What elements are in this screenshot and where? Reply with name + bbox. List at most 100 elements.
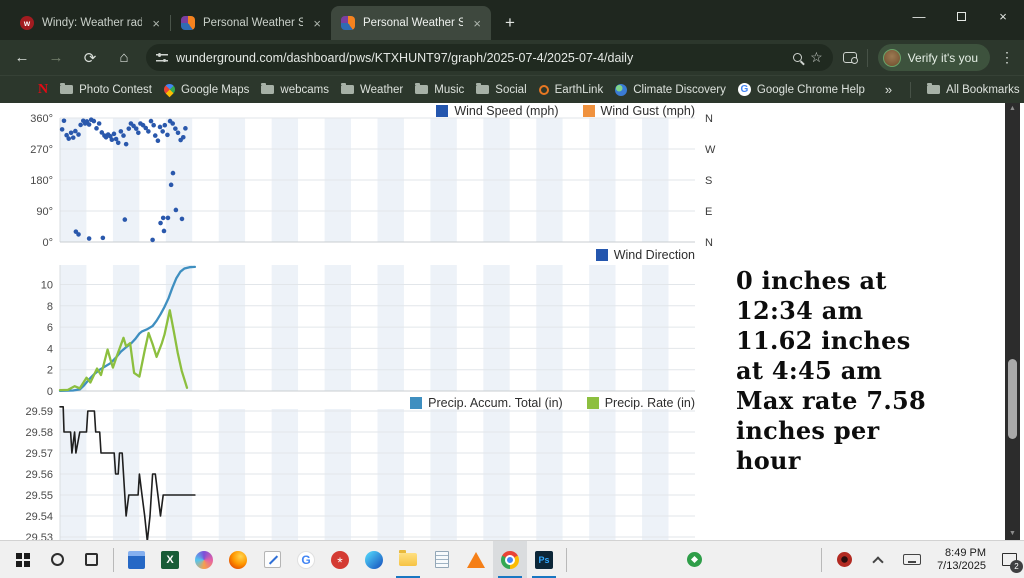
svg-text:4: 4 xyxy=(47,343,53,355)
legend-row: Precip. Accum. Total (in)Precip. Rate (i… xyxy=(410,396,695,409)
taskbar-clock[interactable]: 8:49 PM 7/13/2025 xyxy=(937,547,986,573)
svg-text:6: 6 xyxy=(47,322,53,334)
start-button[interactable] xyxy=(6,541,40,578)
explorer-icon xyxy=(399,553,417,566)
touch-keyboard-button[interactable] xyxy=(895,541,929,578)
tray-red-app-button[interactable] xyxy=(827,541,861,578)
action-center-button[interactable]: 2 xyxy=(994,541,1024,578)
search-button[interactable] xyxy=(40,541,74,578)
tab-title: Personal Weather Station Dashboa xyxy=(203,17,303,29)
browser-tab-0[interactable]: wWindy: Weather radar× xyxy=(10,6,170,40)
tray-expand-button[interactable] xyxy=(861,541,895,578)
bookmark-weather[interactable]: Weather xyxy=(335,84,409,96)
new-tab-button[interactable]: + xyxy=(497,10,523,36)
window-controls: — × xyxy=(898,0,1024,32)
bookmark-label: Google Maps xyxy=(181,84,249,96)
bookmark-photo-contest[interactable]: Photo Contest xyxy=(54,84,158,96)
bookmarks-separator-2 xyxy=(910,82,911,98)
browser-tab-2[interactable]: Personal Weather Station Dashbo× xyxy=(331,6,491,40)
taskbar-asterisk-button[interactable] xyxy=(323,541,357,578)
legend-swatch xyxy=(410,397,422,409)
wu-favicon-icon xyxy=(341,16,355,30)
minimize-button[interactable]: — xyxy=(898,0,940,32)
home-button[interactable]: ⌂ xyxy=(112,49,136,66)
all-bookmarks-folder[interactable]: All Bookmarks xyxy=(921,84,1024,96)
taskbar-google-button[interactable] xyxy=(289,541,323,578)
taskbar-chrome-button[interactable] xyxy=(493,541,527,578)
tab-close-icon[interactable]: × xyxy=(311,16,323,31)
taskbar-excel-button[interactable] xyxy=(153,541,187,578)
legend-swatch xyxy=(436,105,448,117)
bookmark-google-chrome-help[interactable]: GGoogle Chrome Help xyxy=(732,83,871,96)
tabs-container: wWindy: Weather radar×Personal Weather S… xyxy=(10,6,491,40)
tab-close-icon[interactable]: × xyxy=(471,16,483,31)
bookmark-social[interactable]: Social xyxy=(470,84,532,96)
tray-green-app-button[interactable] xyxy=(677,541,711,578)
zoom-icon[interactable] xyxy=(793,53,802,62)
bookmark-star-icon[interactable]: ☆ xyxy=(810,49,823,66)
browser-tab-1[interactable]: Personal Weather Station Dashboa × xyxy=(171,6,331,40)
svg-text:S: S xyxy=(705,175,712,187)
bookmark-netflix[interactable]: N xyxy=(32,82,54,98)
svg-text:N: N xyxy=(705,113,713,125)
google-icon xyxy=(297,551,315,569)
task-view-button[interactable] xyxy=(74,541,108,578)
address-bar[interactable]: wunderground.com/dashboard/pws/KTXHUNT97… xyxy=(146,44,833,71)
bookmark-webcams[interactable]: webcams xyxy=(255,84,335,96)
bookmark-label: Photo Contest xyxy=(79,84,152,96)
taskbar-notepad-button[interactable] xyxy=(425,541,459,578)
taskbar-explorer-button[interactable] xyxy=(391,541,425,578)
svg-text:29.56: 29.56 xyxy=(25,469,53,481)
tab-close-icon[interactable]: × xyxy=(150,16,162,31)
bookmark-label: Music xyxy=(434,84,464,96)
bookmark-music[interactable]: Music xyxy=(409,84,470,96)
page-scrollbar[interactable]: ▲ ▼ xyxy=(1005,103,1020,540)
scrollbar-thumb[interactable] xyxy=(1008,359,1017,439)
bookmarks-overflow-chevron[interactable]: » xyxy=(877,82,900,97)
bookmark-google-maps[interactable]: Google Maps xyxy=(158,84,255,96)
tab-search-icon[interactable] xyxy=(843,52,857,63)
precip-annotation-text: 0 inches at12:34 am11.62 inchesat 4:45 a… xyxy=(736,266,991,476)
url-text[interactable]: wunderground.com/dashboard/pws/KTXHUNT97… xyxy=(176,51,785,65)
excel-icon xyxy=(161,551,179,569)
taskbar-copilot-button[interactable] xyxy=(187,541,221,578)
reload-button[interactable]: ⟳ xyxy=(78,49,102,67)
taskbar-separator-1 xyxy=(113,548,114,572)
menu-kebab-icon[interactable]: ⋮ xyxy=(1000,49,1014,66)
annotation-line: at 4:45 am xyxy=(736,356,991,386)
browser-toolbar: ← → ⟳ ⌂ wunderground.com/dashboard/pws/K… xyxy=(0,40,1024,75)
legend-swatch xyxy=(583,105,595,117)
site-settings-icon[interactable] xyxy=(156,53,168,62)
svg-text:29.53: 29.53 xyxy=(25,532,53,540)
legend-row: Wind Direction xyxy=(596,248,695,261)
svg-text:8: 8 xyxy=(47,301,53,313)
folder-icon xyxy=(927,85,940,94)
close-button[interactable]: × xyxy=(982,0,1024,32)
taskbar-edge-button[interactable] xyxy=(357,541,391,578)
bookmark-climate-discovery[interactable]: Climate Discovery xyxy=(609,84,732,96)
taskbar-ps-button[interactable] xyxy=(527,541,561,578)
maximize-button[interactable] xyxy=(940,0,982,32)
taskbar-calc-button[interactable] xyxy=(119,541,153,578)
globe-icon xyxy=(615,84,627,96)
annotation-line: 0 inches at xyxy=(736,266,991,296)
verify-profile-button[interactable]: Verify it's you xyxy=(878,44,990,71)
firefox-icon xyxy=(229,551,247,569)
vlc-icon xyxy=(467,552,485,568)
taskbar-firefox-button[interactable] xyxy=(221,541,255,578)
scroll-down-arrow[interactable]: ▼ xyxy=(1009,530,1016,538)
back-button[interactable]: ← xyxy=(10,49,34,66)
svg-text:10: 10 xyxy=(41,280,53,292)
chevron-up-icon xyxy=(872,556,883,567)
scroll-up-arrow[interactable]: ▲ xyxy=(1009,105,1016,113)
chrome-icon xyxy=(501,551,519,569)
taskbar-apps xyxy=(119,541,561,578)
taskbar-vlc-button[interactable] xyxy=(459,541,493,578)
legend-item: Wind Speed (mph) xyxy=(436,104,558,118)
taskbar-mail-button[interactable] xyxy=(255,541,289,578)
bookmarks-bar: N Photo Contest Google Maps webcamsWeather M… xyxy=(0,75,1024,103)
bookmark-earthlink[interactable]: EarthLink xyxy=(533,84,610,96)
svg-text:90°: 90° xyxy=(36,206,53,218)
annotation-line: Max rate 7.58 xyxy=(736,386,991,416)
forward-button[interactable]: → xyxy=(44,49,68,66)
